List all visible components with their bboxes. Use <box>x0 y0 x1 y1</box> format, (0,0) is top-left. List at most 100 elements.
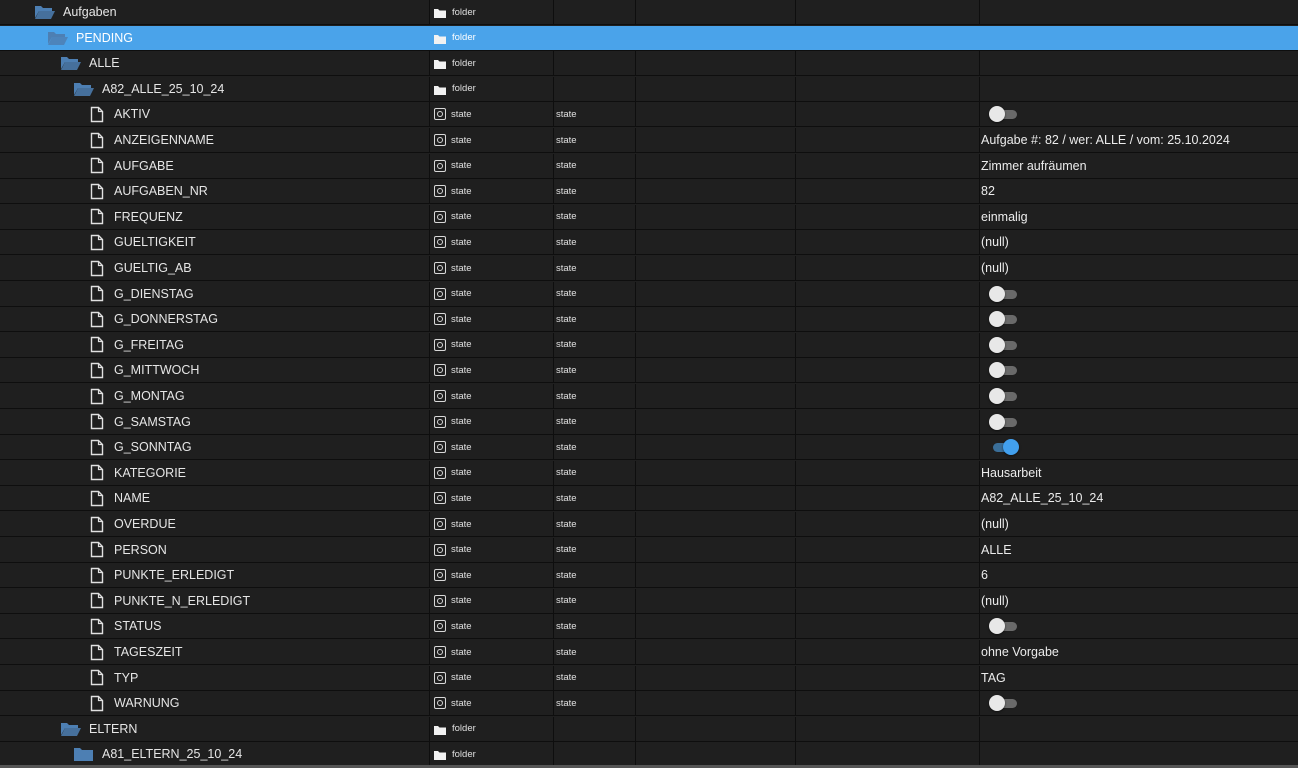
object-value: A82_ALLE_25_10_24 <box>981 491 1104 506</box>
toggle-knob[interactable] <box>989 695 1005 712</box>
value-toggle[interactable] <box>989 439 1019 456</box>
tree-row-state[interactable]: G_MITTWOCH state state <box>0 358 1298 384</box>
tree-row-state[interactable]: AUFGABEN_NR state state 82 <box>0 179 1298 205</box>
object-type: state <box>451 364 472 376</box>
tree-row-folder[interactable]: ALLE folder <box>0 51 1298 77</box>
object-type: folder <box>452 6 476 18</box>
room-cell <box>635 76 795 101</box>
tree-row-state[interactable]: STATUS state state <box>0 614 1298 640</box>
value-toggle[interactable] <box>989 285 1019 302</box>
object-tree: Aufgaben folder PENDING folder ALLE folder A82… <box>0 0 1298 768</box>
value-cell[interactable]: (null) <box>979 512 1298 536</box>
tree-row-state[interactable]: PUNKTE_ERLEDIGT state state 6 <box>0 563 1298 589</box>
tree-row-state[interactable]: OVERDUE state state (null) <box>0 512 1298 537</box>
tree-row-folder[interactable]: PENDING folder <box>0 25 1298 51</box>
value-cell[interactable] <box>979 409 1298 434</box>
room-cell <box>635 460 795 485</box>
toggle-knob[interactable] <box>989 362 1005 379</box>
value-cell[interactable]: Aufgabe #: 82 / wer: ALLE / vom: 25.10.2… <box>979 128 1298 152</box>
value-cell[interactable]: TAG <box>979 665 1298 690</box>
value-cell[interactable]: Hausarbeit <box>979 460 1298 485</box>
toggle-knob[interactable] <box>989 336 1005 353</box>
function-cell <box>795 76 979 101</box>
value-cell[interactable]: 82 <box>979 179 1298 204</box>
tree-row-state[interactable]: TYP state state TAG <box>0 665 1298 691</box>
value-toggle[interactable] <box>989 618 1019 635</box>
tree-row-state[interactable]: GUELTIG_AB state state (null) <box>0 256 1298 281</box>
toggle-knob[interactable] <box>989 413 1005 430</box>
tree-row-state[interactable]: G_SAMSTAG state state <box>0 409 1298 435</box>
folder-open-icon[interactable] <box>60 55 81 71</box>
value-cell[interactable]: A82_ALLE_25_10_24 <box>979 486 1298 511</box>
toggle-knob[interactable] <box>1003 439 1019 456</box>
toggle-knob[interactable] <box>989 285 1005 302</box>
name-cell: KATEGORIE <box>0 461 429 485</box>
value-cell[interactable]: 6 <box>979 563 1298 588</box>
tree-row-state[interactable]: G_FREITAG state state <box>0 332 1298 358</box>
tree-row-folder[interactable]: A82_ALLE_25_10_24 folder <box>0 76 1298 102</box>
tree-row-state[interactable]: TAGESZEIT state state ohne Vorgabe <box>0 640 1298 665</box>
value-toggle[interactable] <box>989 695 1019 712</box>
tree-row-state[interactable]: KATEGORIE state state Hausarbeit <box>0 460 1298 486</box>
tree-row-state[interactable]: AKTIV state state <box>0 102 1298 128</box>
object-type: state <box>451 185 472 197</box>
name-cell: PERSON <box>0 538 429 562</box>
value-cell[interactable]: (null) <box>979 230 1298 255</box>
toggle-knob[interactable] <box>989 618 1005 635</box>
folder-open-icon[interactable] <box>73 81 94 97</box>
value-cell[interactable] <box>979 102 1298 127</box>
value-cell[interactable] <box>979 307 1298 332</box>
value-cell[interactable]: (null) <box>979 588 1298 613</box>
toggle-knob[interactable] <box>989 388 1005 404</box>
room-cell <box>635 230 795 255</box>
file-icon <box>90 336 104 353</box>
tree-row-state[interactable]: ANZEIGENNAME state state Aufgabe #: 82 / we… <box>0 128 1298 153</box>
tree-row-state[interactable]: NAME state state A82_ALLE_25_10_24 <box>0 486 1298 512</box>
folder-open-icon[interactable] <box>34 4 55 20</box>
object-name: FREQUENZ <box>114 209 183 224</box>
value-toggle[interactable] <box>989 362 1019 379</box>
tree-row-folder[interactable]: A81_ELTERN_25_10_24 folder <box>0 742 1298 768</box>
tree-row-state[interactable]: FREQUENZ state state einmalig <box>0 204 1298 230</box>
value-cell[interactable] <box>979 384 1298 408</box>
toggle-knob[interactable] <box>989 311 1005 328</box>
tree-row-state[interactable]: G_MONTAG state state <box>0 384 1298 409</box>
tree-row-folder[interactable]: ELTERN folder <box>0 716 1298 742</box>
state-type-icon <box>434 159 446 172</box>
value-cell[interactable]: ALLE <box>979 537 1298 562</box>
tree-row-state[interactable]: WARNUNG state state <box>0 691 1298 717</box>
value-cell[interactable] <box>979 358 1298 383</box>
room-cell <box>635 614 795 639</box>
object-type: state <box>451 569 472 581</box>
value-toggle[interactable] <box>989 311 1019 328</box>
value-cell[interactable] <box>979 691 1298 716</box>
value-toggle[interactable] <box>989 413 1019 430</box>
tree-row-state[interactable]: G_SONNTAG state state <box>0 435 1298 461</box>
toggle-knob[interactable] <box>989 106 1005 123</box>
state-type-icon <box>434 518 446 530</box>
tree-row-state[interactable]: GUELTIGKEIT state state (null) <box>0 230 1298 256</box>
tree-row-state[interactable]: PUNKTE_N_ERLEDIGT state state (null) <box>0 588 1298 614</box>
value-cell[interactable]: einmalig <box>979 204 1298 229</box>
value-toggle[interactable] <box>989 336 1019 353</box>
file-icon <box>90 541 104 558</box>
value-toggle[interactable] <box>989 106 1019 123</box>
value-cell[interactable]: (null) <box>979 256 1298 280</box>
object-type: state <box>451 518 472 530</box>
tree-row-folder[interactable]: Aufgaben folder <box>0 0 1298 25</box>
value-cell[interactable] <box>979 281 1298 306</box>
tree-row-state[interactable]: G_DONNERSTAG state state <box>0 307 1298 333</box>
folder-open-icon[interactable] <box>47 30 68 46</box>
value-cell[interactable] <box>979 435 1298 460</box>
object-role: state <box>556 467 577 479</box>
value-cell[interactable]: ohne Vorgabe <box>979 640 1298 664</box>
tree-row-state[interactable]: PERSON state state ALLE <box>0 537 1298 563</box>
folder-closed-icon[interactable] <box>73 746 94 762</box>
value-toggle[interactable] <box>989 388 1019 404</box>
value-cell[interactable] <box>979 614 1298 639</box>
folder-open-icon[interactable] <box>60 721 81 737</box>
value-cell[interactable]: Zimmer aufräumen <box>979 153 1298 178</box>
tree-row-state[interactable]: G_DIENSTAG state state <box>0 281 1298 307</box>
tree-row-state[interactable]: AUFGABE state state Zimmer aufräumen <box>0 153 1298 179</box>
value-cell[interactable] <box>979 332 1298 357</box>
